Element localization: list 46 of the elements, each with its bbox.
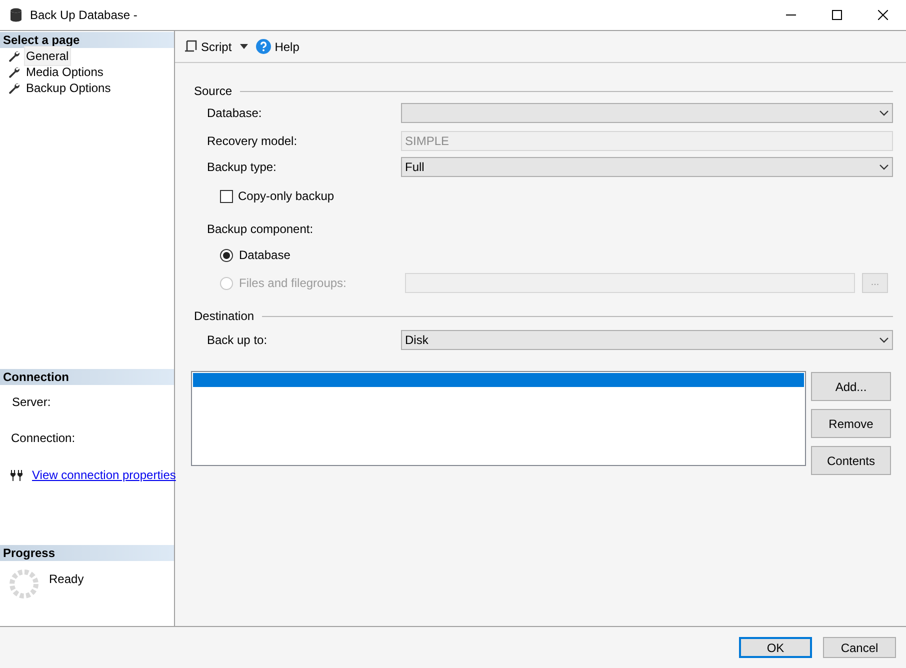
field-label: Backup component: (207, 221, 314, 238)
dropdown[interactable]: Disk (401, 330, 893, 350)
copy-only-checkbox[interactable] (220, 190, 233, 202)
database-icon (10, 8, 22, 22)
destination-button[interactable]: Remove (811, 409, 891, 438)
close-icon (878, 10, 888, 20)
radio-label: Database (239, 247, 290, 264)
dialog-button[interactable]: OK (739, 637, 812, 658)
help-button[interactable]: Help (254, 38, 300, 56)
group-title: Source (194, 83, 232, 100)
script-button[interactable]: Script (183, 38, 233, 56)
script-icon (184, 40, 197, 53)
wrench-icon (8, 66, 20, 78)
radio-button[interactable] (220, 248, 233, 262)
destination-list[interactable] (191, 371, 806, 466)
group-title: Destination (194, 308, 254, 325)
section-header: Progress (0, 545, 174, 561)
page-item[interactable]: Media Options (25, 63, 104, 81)
field-label: Connection: (11, 430, 76, 447)
plug-icon (10, 469, 24, 481)
field-label: Back up to: (207, 332, 268, 349)
section-header: Connection (0, 369, 174, 385)
dropdown[interactable]: Full (401, 157, 893, 177)
page-item[interactable]: General (25, 47, 70, 65)
maximize-icon (832, 10, 842, 20)
filegroups-field[interactable] (405, 273, 855, 293)
progress-status: Ready (49, 571, 84, 588)
field-label: Database: (207, 105, 263, 122)
wrench-icon (8, 82, 20, 94)
field-label: Backup type: (207, 159, 278, 176)
help-icon (256, 39, 271, 54)
progress-spinner-icon (9, 569, 39, 599)
field-label: Recovery model: (207, 133, 298, 150)
radio-label: Files and filegroups: (239, 275, 346, 292)
page-item[interactable]: Backup Options (25, 79, 112, 97)
field-label: Server: (12, 394, 51, 411)
destination-button[interactable]: Add... (811, 372, 891, 401)
connection-properties-link[interactable]: View connection properties (32, 466, 176, 484)
window-title: Back Up Database - (30, 7, 138, 24)
dialog-button[interactable]: Cancel (823, 637, 896, 658)
checkbox-label: Copy-only backup (238, 188, 334, 205)
section-header: Select a page (0, 32, 174, 48)
wrench-icon (8, 50, 20, 62)
destination-button[interactable]: Contents (811, 446, 891, 475)
readonly-field: SIMPLE (401, 131, 893, 151)
dropdown-arrow-icon (240, 44, 248, 49)
